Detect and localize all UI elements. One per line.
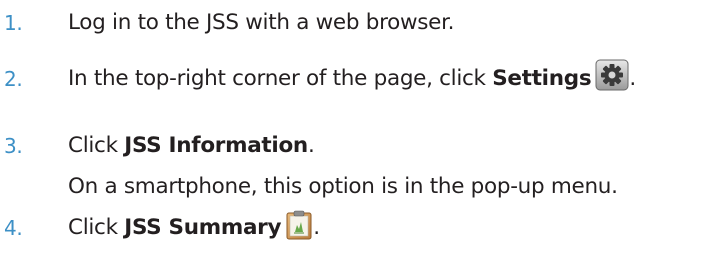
- step-list: 1. Log in to the JSS with a web browser.…: [0, 0, 723, 256]
- gear-icon: [595, 59, 629, 91]
- step-text-after: .: [629, 66, 636, 91]
- step-number: 3.: [4, 134, 23, 158]
- step-text-before: Click: [68, 133, 125, 158]
- step-text-before: In the top-right corner of the page, cli…: [68, 66, 493, 91]
- step-text: Click JSS Information.: [68, 133, 315, 159]
- step-number: 1.: [4, 11, 23, 35]
- step-text: Click JSS Summary .: [68, 210, 320, 241]
- step-text-plain: Log in to the JSS with a web browser.: [68, 10, 455, 35]
- settings-label: Settings: [492, 66, 592, 91]
- step-number: 2.: [4, 67, 23, 91]
- step-text-after: .: [313, 215, 320, 240]
- jss-information-label: JSS Information: [124, 133, 308, 158]
- step-3-note: On a smartphone, this option is in the p…: [68, 174, 618, 199]
- step-text: In the top-right corner of the page, cli…: [68, 59, 636, 92]
- step-text: Log in to the JSS with a web browser.: [68, 10, 455, 36]
- step-text-after: .: [307, 133, 315, 158]
- step-number: 4.: [4, 216, 23, 240]
- step-text-before: Click: [68, 215, 125, 240]
- clipboard-icon: [285, 210, 313, 240]
- jss-summary-label: JSS Summary: [124, 215, 282, 240]
